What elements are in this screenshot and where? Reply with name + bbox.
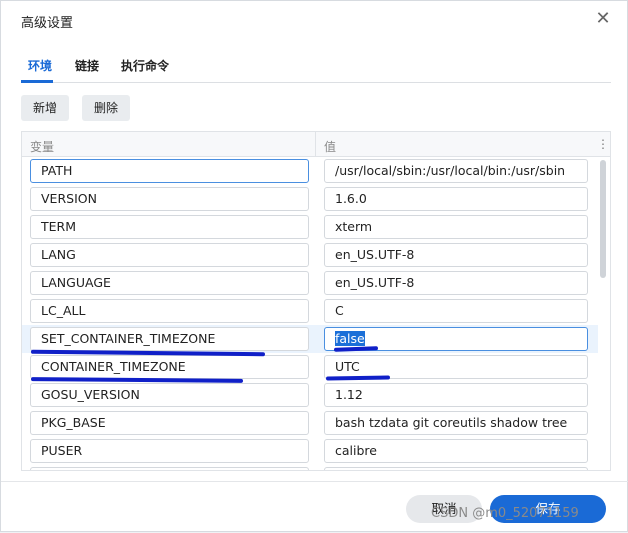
table-header: 变量 值 ⋮ bbox=[22, 132, 610, 157]
variable-value-field[interactable]: C bbox=[324, 299, 588, 323]
table-row: PUSER calibre bbox=[22, 437, 598, 465]
selected-text: false bbox=[335, 331, 365, 346]
tab-execute-command[interactable]: 执行命令 bbox=[121, 57, 169, 74]
column-divider[interactable] bbox=[315, 132, 316, 157]
table-row: LC_ALL C bbox=[22, 297, 598, 325]
variable-value-field[interactable]: calibre bbox=[324, 439, 588, 463]
variable-name-field[interactable]: PKG_BASE bbox=[30, 411, 309, 435]
variable-name-field[interactable]: LC_ALL bbox=[30, 299, 309, 323]
variable-value-field[interactable]: en_US.UTF-8 bbox=[324, 243, 588, 267]
variable-value-field[interactable]: /usr/local/sbin:/usr/local/bin:/usr/sbin bbox=[324, 159, 588, 183]
dialog-title: 高级设置 bbox=[21, 16, 74, 31]
column-header-variable: 变量 bbox=[30, 140, 55, 154]
variable-name-field[interactable]: PUSER bbox=[30, 439, 309, 463]
tab-links[interactable]: 链接 bbox=[75, 57, 99, 74]
vertical-dots-icon[interactable]: ⋮ bbox=[596, 135, 610, 153]
variable-name-field[interactable]: CONTAINER_TIMEZONE bbox=[30, 355, 309, 379]
table-row: VERSION 1.6.0 bbox=[22, 185, 598, 213]
variable-name-field[interactable]: SET_CONTAINER_TIMEZONE bbox=[30, 327, 309, 351]
table-row: GOSU_VERSION 1.12 bbox=[22, 381, 598, 409]
variable-value-field[interactable]: 1.12 bbox=[324, 383, 588, 407]
variable-name-field[interactable]: LANGUAGE bbox=[30, 271, 309, 295]
variable-name-field[interactable]: GOSU_VERSION bbox=[30, 383, 309, 407]
variable-name-field[interactable]: LANG bbox=[30, 243, 309, 267]
delete-button[interactable]: 删除 bbox=[82, 95, 131, 121]
variable-value-field[interactable]: en_US.UTF-8 bbox=[324, 271, 588, 295]
tab-environment[interactable]: 环境 bbox=[28, 57, 52, 74]
table-row-selected: SET_CONTAINER_TIMEZONE false bbox=[22, 325, 598, 353]
active-tab-indicator bbox=[21, 80, 53, 83]
variable-value-field[interactable] bbox=[324, 467, 588, 470]
table-row: LANGUAGE en_US.UTF-8 bbox=[22, 269, 598, 297]
table-row: PKG_BASE bash tzdata git coreutils shado… bbox=[22, 409, 598, 437]
variable-name-field[interactable] bbox=[30, 467, 309, 470]
variable-value-field[interactable]: xterm bbox=[324, 215, 588, 239]
table-row: TERM xterm bbox=[22, 213, 598, 241]
env-variable-table: 变量 值 ⋮ PATH /usr/local/sbin:/usr/local/b… bbox=[21, 131, 611, 471]
table-row: PATH /usr/local/sbin:/usr/local/bin:/usr… bbox=[22, 157, 598, 185]
column-header-value: 值 bbox=[324, 140, 337, 154]
watermark-text: CSDN @m0_52071159 bbox=[431, 506, 579, 521]
table-row-partial bbox=[22, 465, 598, 470]
variable-name-field[interactable]: PATH bbox=[30, 159, 309, 183]
variable-name-field[interactable]: VERSION bbox=[30, 187, 309, 211]
variable-name-field[interactable]: TERM bbox=[30, 215, 309, 239]
add-button[interactable]: 新增 bbox=[21, 95, 70, 121]
dialog-titlebar: 高级设置 ✕ bbox=[1, 1, 628, 39]
table-row: LANG en_US.UTF-8 bbox=[22, 241, 598, 269]
table-scrollbar[interactable] bbox=[600, 160, 606, 278]
tab-bar: 环境 链接 执行命令 bbox=[21, 49, 611, 83]
variable-value-field[interactable]: bash tzdata git coreutils shadow tree bbox=[324, 411, 588, 435]
advanced-settings-dialog: 高级设置 ✕ 环境 链接 执行命令 新增 删除 变量 值 ⋮ PATH /usr… bbox=[0, 0, 628, 532]
variable-value-field[interactable]: 1.6.0 bbox=[324, 187, 588, 211]
close-icon[interactable]: ✕ bbox=[593, 9, 613, 29]
